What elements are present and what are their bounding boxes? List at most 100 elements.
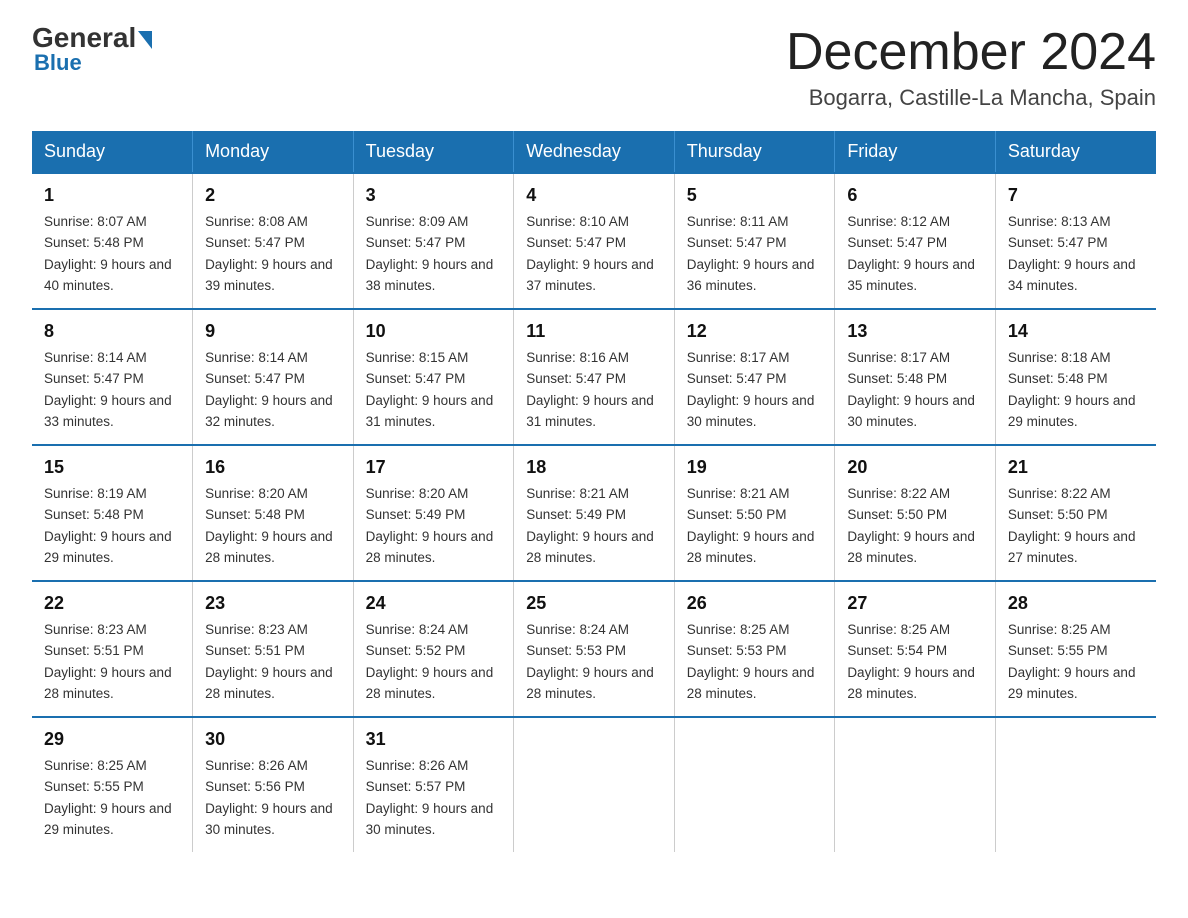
day-info: Sunrise: 8:18 AMSunset: 5:48 PMDaylight:… bbox=[1008, 350, 1136, 429]
calendar-cell: 4 Sunrise: 8:10 AMSunset: 5:47 PMDayligh… bbox=[514, 173, 675, 309]
calendar-cell: 22 Sunrise: 8:23 AMSunset: 5:51 PMDaylig… bbox=[32, 581, 193, 717]
day-header-saturday: Saturday bbox=[995, 131, 1156, 173]
day-header-wednesday: Wednesday bbox=[514, 131, 675, 173]
calendar-header-row: SundayMondayTuesdayWednesdayThursdayFrid… bbox=[32, 131, 1156, 173]
title-block: December 2024 Bogarra, Castille-La Manch… bbox=[786, 24, 1156, 111]
logo-general-text: General bbox=[32, 24, 136, 52]
calendar-cell: 27 Sunrise: 8:25 AMSunset: 5:54 PMDaylig… bbox=[835, 581, 996, 717]
calendar-cell: 19 Sunrise: 8:21 AMSunset: 5:50 PMDaylig… bbox=[674, 445, 835, 581]
calendar-week-row: 29 Sunrise: 8:25 AMSunset: 5:55 PMDaylig… bbox=[32, 717, 1156, 852]
day-info: Sunrise: 8:25 AMSunset: 5:55 PMDaylight:… bbox=[1008, 622, 1136, 701]
day-info: Sunrise: 8:25 AMSunset: 5:54 PMDaylight:… bbox=[847, 622, 975, 701]
calendar-cell: 9 Sunrise: 8:14 AMSunset: 5:47 PMDayligh… bbox=[193, 309, 354, 445]
day-info: Sunrise: 8:26 AMSunset: 5:57 PMDaylight:… bbox=[366, 758, 494, 837]
day-info: Sunrise: 8:14 AMSunset: 5:47 PMDaylight:… bbox=[44, 350, 172, 429]
calendar-cell bbox=[674, 717, 835, 852]
day-info: Sunrise: 8:14 AMSunset: 5:47 PMDaylight:… bbox=[205, 350, 333, 429]
day-header-friday: Friday bbox=[835, 131, 996, 173]
day-info: Sunrise: 8:20 AMSunset: 5:48 PMDaylight:… bbox=[205, 486, 333, 565]
day-number: 23 bbox=[205, 590, 341, 617]
day-number: 4 bbox=[526, 182, 662, 209]
day-info: Sunrise: 8:22 AMSunset: 5:50 PMDaylight:… bbox=[1008, 486, 1136, 565]
calendar-cell: 6 Sunrise: 8:12 AMSunset: 5:47 PMDayligh… bbox=[835, 173, 996, 309]
day-number: 16 bbox=[205, 454, 341, 481]
day-info: Sunrise: 8:24 AMSunset: 5:52 PMDaylight:… bbox=[366, 622, 494, 701]
day-info: Sunrise: 8:21 AMSunset: 5:49 PMDaylight:… bbox=[526, 486, 654, 565]
calendar-week-row: 15 Sunrise: 8:19 AMSunset: 5:48 PMDaylig… bbox=[32, 445, 1156, 581]
day-number: 20 bbox=[847, 454, 983, 481]
day-number: 8 bbox=[44, 318, 180, 345]
day-number: 29 bbox=[44, 726, 180, 753]
day-info: Sunrise: 8:16 AMSunset: 5:47 PMDaylight:… bbox=[526, 350, 654, 429]
day-info: Sunrise: 8:25 AMSunset: 5:55 PMDaylight:… bbox=[44, 758, 172, 837]
day-header-monday: Monday bbox=[193, 131, 354, 173]
calendar-cell bbox=[995, 717, 1156, 852]
calendar-cell: 17 Sunrise: 8:20 AMSunset: 5:49 PMDaylig… bbox=[353, 445, 514, 581]
day-number: 15 bbox=[44, 454, 180, 481]
day-number: 21 bbox=[1008, 454, 1144, 481]
day-number: 25 bbox=[526, 590, 662, 617]
day-header-sunday: Sunday bbox=[32, 131, 193, 173]
day-number: 18 bbox=[526, 454, 662, 481]
calendar-cell: 10 Sunrise: 8:15 AMSunset: 5:47 PMDaylig… bbox=[353, 309, 514, 445]
day-info: Sunrise: 8:15 AMSunset: 5:47 PMDaylight:… bbox=[366, 350, 494, 429]
day-info: Sunrise: 8:13 AMSunset: 5:47 PMDaylight:… bbox=[1008, 214, 1136, 293]
day-number: 27 bbox=[847, 590, 983, 617]
day-number: 22 bbox=[44, 590, 180, 617]
calendar-cell: 7 Sunrise: 8:13 AMSunset: 5:47 PMDayligh… bbox=[995, 173, 1156, 309]
day-number: 14 bbox=[1008, 318, 1144, 345]
calendar-cell bbox=[835, 717, 996, 852]
day-info: Sunrise: 8:23 AMSunset: 5:51 PMDaylight:… bbox=[44, 622, 172, 701]
day-number: 11 bbox=[526, 318, 662, 345]
day-header-thursday: Thursday bbox=[674, 131, 835, 173]
calendar-table: SundayMondayTuesdayWednesdayThursdayFrid… bbox=[32, 131, 1156, 852]
day-number: 24 bbox=[366, 590, 502, 617]
calendar-cell: 12 Sunrise: 8:17 AMSunset: 5:47 PMDaylig… bbox=[674, 309, 835, 445]
calendar-cell: 2 Sunrise: 8:08 AMSunset: 5:47 PMDayligh… bbox=[193, 173, 354, 309]
day-info: Sunrise: 8:21 AMSunset: 5:50 PMDaylight:… bbox=[687, 486, 815, 565]
day-number: 3 bbox=[366, 182, 502, 209]
day-info: Sunrise: 8:24 AMSunset: 5:53 PMDaylight:… bbox=[526, 622, 654, 701]
day-number: 7 bbox=[1008, 182, 1144, 209]
day-info: Sunrise: 8:17 AMSunset: 5:48 PMDaylight:… bbox=[847, 350, 975, 429]
day-info: Sunrise: 8:22 AMSunset: 5:50 PMDaylight:… bbox=[847, 486, 975, 565]
calendar-cell: 1 Sunrise: 8:07 AMSunset: 5:48 PMDayligh… bbox=[32, 173, 193, 309]
day-info: Sunrise: 8:10 AMSunset: 5:47 PMDaylight:… bbox=[526, 214, 654, 293]
calendar-cell: 16 Sunrise: 8:20 AMSunset: 5:48 PMDaylig… bbox=[193, 445, 354, 581]
calendar-title: December 2024 bbox=[786, 24, 1156, 81]
calendar-week-row: 8 Sunrise: 8:14 AMSunset: 5:47 PMDayligh… bbox=[32, 309, 1156, 445]
day-info: Sunrise: 8:09 AMSunset: 5:47 PMDaylight:… bbox=[366, 214, 494, 293]
day-header-tuesday: Tuesday bbox=[353, 131, 514, 173]
calendar-cell: 31 Sunrise: 8:26 AMSunset: 5:57 PMDaylig… bbox=[353, 717, 514, 852]
calendar-cell: 13 Sunrise: 8:17 AMSunset: 5:48 PMDaylig… bbox=[835, 309, 996, 445]
day-info: Sunrise: 8:17 AMSunset: 5:47 PMDaylight:… bbox=[687, 350, 815, 429]
day-info: Sunrise: 8:25 AMSunset: 5:53 PMDaylight:… bbox=[687, 622, 815, 701]
day-number: 26 bbox=[687, 590, 823, 617]
calendar-week-row: 22 Sunrise: 8:23 AMSunset: 5:51 PMDaylig… bbox=[32, 581, 1156, 717]
day-number: 6 bbox=[847, 182, 983, 209]
day-info: Sunrise: 8:11 AMSunset: 5:47 PMDaylight:… bbox=[687, 214, 815, 293]
day-info: Sunrise: 8:12 AMSunset: 5:47 PMDaylight:… bbox=[847, 214, 975, 293]
day-number: 10 bbox=[366, 318, 502, 345]
logo-blue-text: Blue bbox=[34, 50, 82, 76]
day-number: 2 bbox=[205, 182, 341, 209]
calendar-cell: 24 Sunrise: 8:24 AMSunset: 5:52 PMDaylig… bbox=[353, 581, 514, 717]
day-number: 30 bbox=[205, 726, 341, 753]
calendar-cell: 30 Sunrise: 8:26 AMSunset: 5:56 PMDaylig… bbox=[193, 717, 354, 852]
calendar-cell: 23 Sunrise: 8:23 AMSunset: 5:51 PMDaylig… bbox=[193, 581, 354, 717]
day-number: 19 bbox=[687, 454, 823, 481]
day-info: Sunrise: 8:08 AMSunset: 5:47 PMDaylight:… bbox=[205, 214, 333, 293]
calendar-cell: 14 Sunrise: 8:18 AMSunset: 5:48 PMDaylig… bbox=[995, 309, 1156, 445]
calendar-cell bbox=[514, 717, 675, 852]
day-number: 1 bbox=[44, 182, 180, 209]
day-number: 17 bbox=[366, 454, 502, 481]
day-number: 5 bbox=[687, 182, 823, 209]
day-number: 12 bbox=[687, 318, 823, 345]
day-info: Sunrise: 8:20 AMSunset: 5:49 PMDaylight:… bbox=[366, 486, 494, 565]
calendar-subtitle: Bogarra, Castille-La Mancha, Spain bbox=[786, 85, 1156, 111]
day-number: 13 bbox=[847, 318, 983, 345]
calendar-cell: 3 Sunrise: 8:09 AMSunset: 5:47 PMDayligh… bbox=[353, 173, 514, 309]
calendar-cell: 29 Sunrise: 8:25 AMSunset: 5:55 PMDaylig… bbox=[32, 717, 193, 852]
day-info: Sunrise: 8:26 AMSunset: 5:56 PMDaylight:… bbox=[205, 758, 333, 837]
day-info: Sunrise: 8:23 AMSunset: 5:51 PMDaylight:… bbox=[205, 622, 333, 701]
